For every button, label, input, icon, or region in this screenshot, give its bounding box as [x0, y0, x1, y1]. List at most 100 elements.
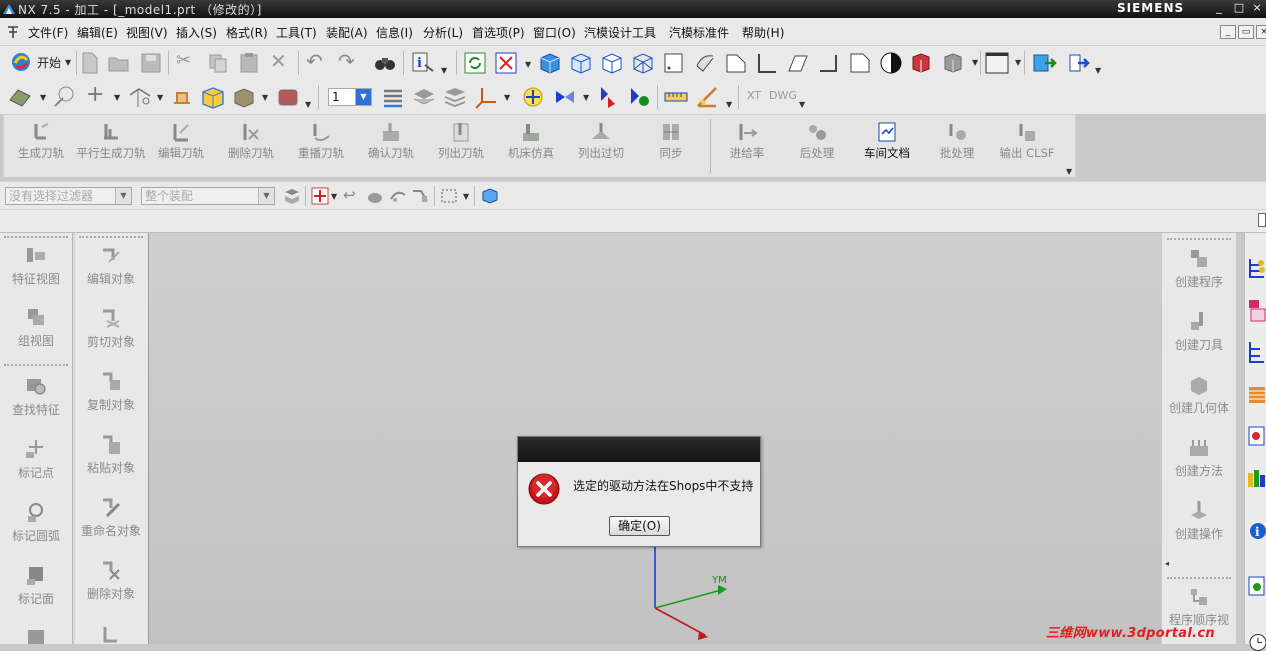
- machine-tool-navigator-icon[interactable]: [1246, 297, 1266, 323]
- paste-object-item[interactable]: 粘贴对象: [75, 433, 147, 476]
- extrude-icon[interactable]: [170, 85, 194, 109]
- refresh-icon[interactable]: [464, 52, 486, 74]
- snap-dropdown-arrow[interactable]: ▼: [331, 192, 337, 201]
- point-icon[interactable]: +: [86, 82, 104, 107]
- save-icon[interactable]: [140, 52, 162, 74]
- edit-toolpath-button[interactable]: 编辑刀轨: [146, 117, 216, 161]
- copy-icon[interactable]: [207, 52, 229, 74]
- restore-button[interactable]: □: [1229, 1, 1249, 16]
- solid-dropdown-arrow[interactable]: ▼: [262, 93, 268, 102]
- part-dropdown-arrow[interactable]: ▼: [972, 58, 978, 67]
- wcs-icon[interactable]: [474, 85, 498, 109]
- type-filter-dropdown-arrow[interactable]: ▼: [115, 188, 131, 204]
- reuse-library-icon[interactable]: [1246, 423, 1266, 449]
- menu-help[interactable]: 帮助(H): [742, 24, 784, 41]
- menu-insert[interactable]: 插入(S): [176, 24, 217, 41]
- selection-scope-dropdown-arrow[interactable]: ▼: [258, 188, 274, 204]
- start-dropdown-arrow[interactable]: ▼: [65, 58, 71, 67]
- layer-dropdown-arrow[interactable]: ▼: [355, 89, 371, 105]
- replay-toolpath-button[interactable]: 重播刀轨: [286, 117, 356, 161]
- batch-process-button[interactable]: 批处理: [922, 117, 992, 161]
- measure-distance-icon[interactable]: [664, 85, 688, 109]
- find-feature-item[interactable]: 查找特征: [0, 375, 72, 418]
- visible-in-view-icon[interactable]: [412, 85, 436, 109]
- strip-scroll-button[interactable]: [1258, 213, 1266, 227]
- move-object-icon[interactable]: [521, 85, 545, 109]
- mdi-restore-button[interactable]: ▭: [1238, 25, 1254, 39]
- background-color-icon[interactable]: [985, 52, 1009, 74]
- cylinder-icon[interactable]: [232, 85, 256, 109]
- left-view-icon[interactable]: [818, 52, 840, 74]
- feeds-speeds-button[interactable]: 进给率: [712, 117, 782, 161]
- new-file-icon[interactable]: [80, 52, 100, 74]
- mark-arc-item[interactable]: 标记圆弧: [0, 501, 72, 544]
- dwg-export-button[interactable]: DWG: [769, 89, 797, 102]
- information-icon[interactable]: i: [411, 51, 435, 75]
- mark-face-item[interactable]: 标记面: [0, 564, 72, 607]
- operation-navigator-icon[interactable]: [1246, 255, 1266, 281]
- show-hide-icon[interactable]: [553, 85, 577, 109]
- xt-export-button[interactable]: XT: [747, 89, 761, 102]
- selection-priority-icon[interactable]: [595, 85, 619, 109]
- redo-icon[interactable]: ↷: [338, 49, 355, 73]
- export-dropdown-arrow[interactable]: ▼: [799, 100, 805, 109]
- sketch-curve-icon[interactable]: [52, 85, 76, 109]
- layer-category-icon[interactable]: [443, 85, 467, 109]
- select-mode-dropdown-arrow[interactable]: ▼: [463, 192, 469, 201]
- copy-object-item[interactable]: 复制对象: [75, 370, 147, 413]
- front-view-icon[interactable]: [663, 52, 685, 74]
- create-method-item[interactable]: 创建方法: [1163, 436, 1235, 479]
- create-geometry-item[interactable]: 创建几何体: [1163, 373, 1235, 416]
- machine-simulation-button[interactable]: 机床仿真: [496, 117, 566, 161]
- list-gouge-button[interactable]: 列出过切: [566, 117, 636, 161]
- snap-point-icon[interactable]: [311, 187, 329, 205]
- menu-mold-tools[interactable]: 汽模设计工具: [584, 24, 656, 41]
- solid-body-filter-icon[interactable]: [366, 187, 384, 205]
- output-clsf-button[interactable]: 输出 CLSF: [992, 117, 1062, 161]
- shaded-cube-icon[interactable]: [538, 51, 562, 75]
- view-dropdown-arrow[interactable]: ▼: [525, 60, 531, 69]
- binoculars-icon[interactable]: [373, 52, 397, 74]
- undo-icon[interactable]: ↶: [306, 49, 323, 73]
- mark-point-item[interactable]: 标记点: [0, 438, 72, 481]
- operation-toolbar-options-arrow[interactable]: ▼: [1066, 167, 1072, 176]
- start-button[interactable]: 开始: [37, 54, 61, 71]
- create-tool-item[interactable]: 创建刀具: [1163, 310, 1235, 353]
- menu-mold-standard-parts[interactable]: 汽模标准件: [669, 24, 729, 41]
- hidden-line-cube-icon[interactable]: [600, 51, 624, 75]
- datum-plane-icon[interactable]: [128, 85, 152, 109]
- minimize-button[interactable]: _: [1209, 1, 1229, 16]
- wcs-dropdown-arrow[interactable]: ▼: [504, 93, 510, 102]
- trimetric-view-icon[interactable]: [787, 52, 809, 74]
- menu-file[interactable]: 文件(F): [28, 24, 68, 41]
- background-dropdown-arrow[interactable]: ▼: [1015, 58, 1021, 67]
- wave-dropdown-arrow[interactable]: ▼: [1095, 66, 1101, 75]
- verify-toolpath-button[interactable]: 确认刀轨: [356, 117, 426, 161]
- wireframe-cube-icon[interactable]: [569, 51, 593, 75]
- move-component-icon[interactable]: [1031, 51, 1057, 75]
- layer-select[interactable]: 1 ▼: [328, 88, 372, 106]
- create-program-item[interactable]: 创建程序: [1163, 247, 1235, 290]
- measure-dropdown-arrow[interactable]: ▼: [726, 100, 732, 109]
- measure-angle-icon[interactable]: [695, 85, 719, 109]
- menu-window[interactable]: 窗口(O): [533, 24, 576, 41]
- mdi-minimize-button[interactable]: _: [1220, 25, 1236, 39]
- fit-view-icon[interactable]: [495, 52, 517, 74]
- delete-toolpath-button[interactable]: 删除刀轨: [216, 117, 286, 161]
- datum-dropdown-arrow[interactable]: ▼: [157, 93, 163, 102]
- component-filter-icon[interactable]: [411, 187, 429, 205]
- delete-object-item[interactable]: 删除对象: [75, 559, 147, 602]
- selection-scope-select[interactable]: 整个装配 ▼: [141, 187, 275, 205]
- postprocess-button[interactable]: 后处理: [782, 117, 852, 161]
- right-view-icon[interactable]: [756, 52, 778, 74]
- synchronize-button[interactable]: 同步: [636, 117, 706, 161]
- back-view-icon[interactable]: [849, 52, 871, 74]
- system-materials-icon[interactable]: [1246, 625, 1266, 651]
- menu-information[interactable]: 信息(I): [376, 24, 413, 41]
- hd3d-tools-icon[interactable]: [1246, 465, 1266, 491]
- part-navigator-icon[interactable]: [1246, 381, 1266, 407]
- assembly-navigator-icon[interactable]: [1246, 339, 1266, 365]
- menu-assemblies[interactable]: 装配(A): [326, 24, 368, 41]
- display-mode-icon[interactable]: [879, 51, 903, 75]
- invert-show-icon[interactable]: [627, 85, 651, 109]
